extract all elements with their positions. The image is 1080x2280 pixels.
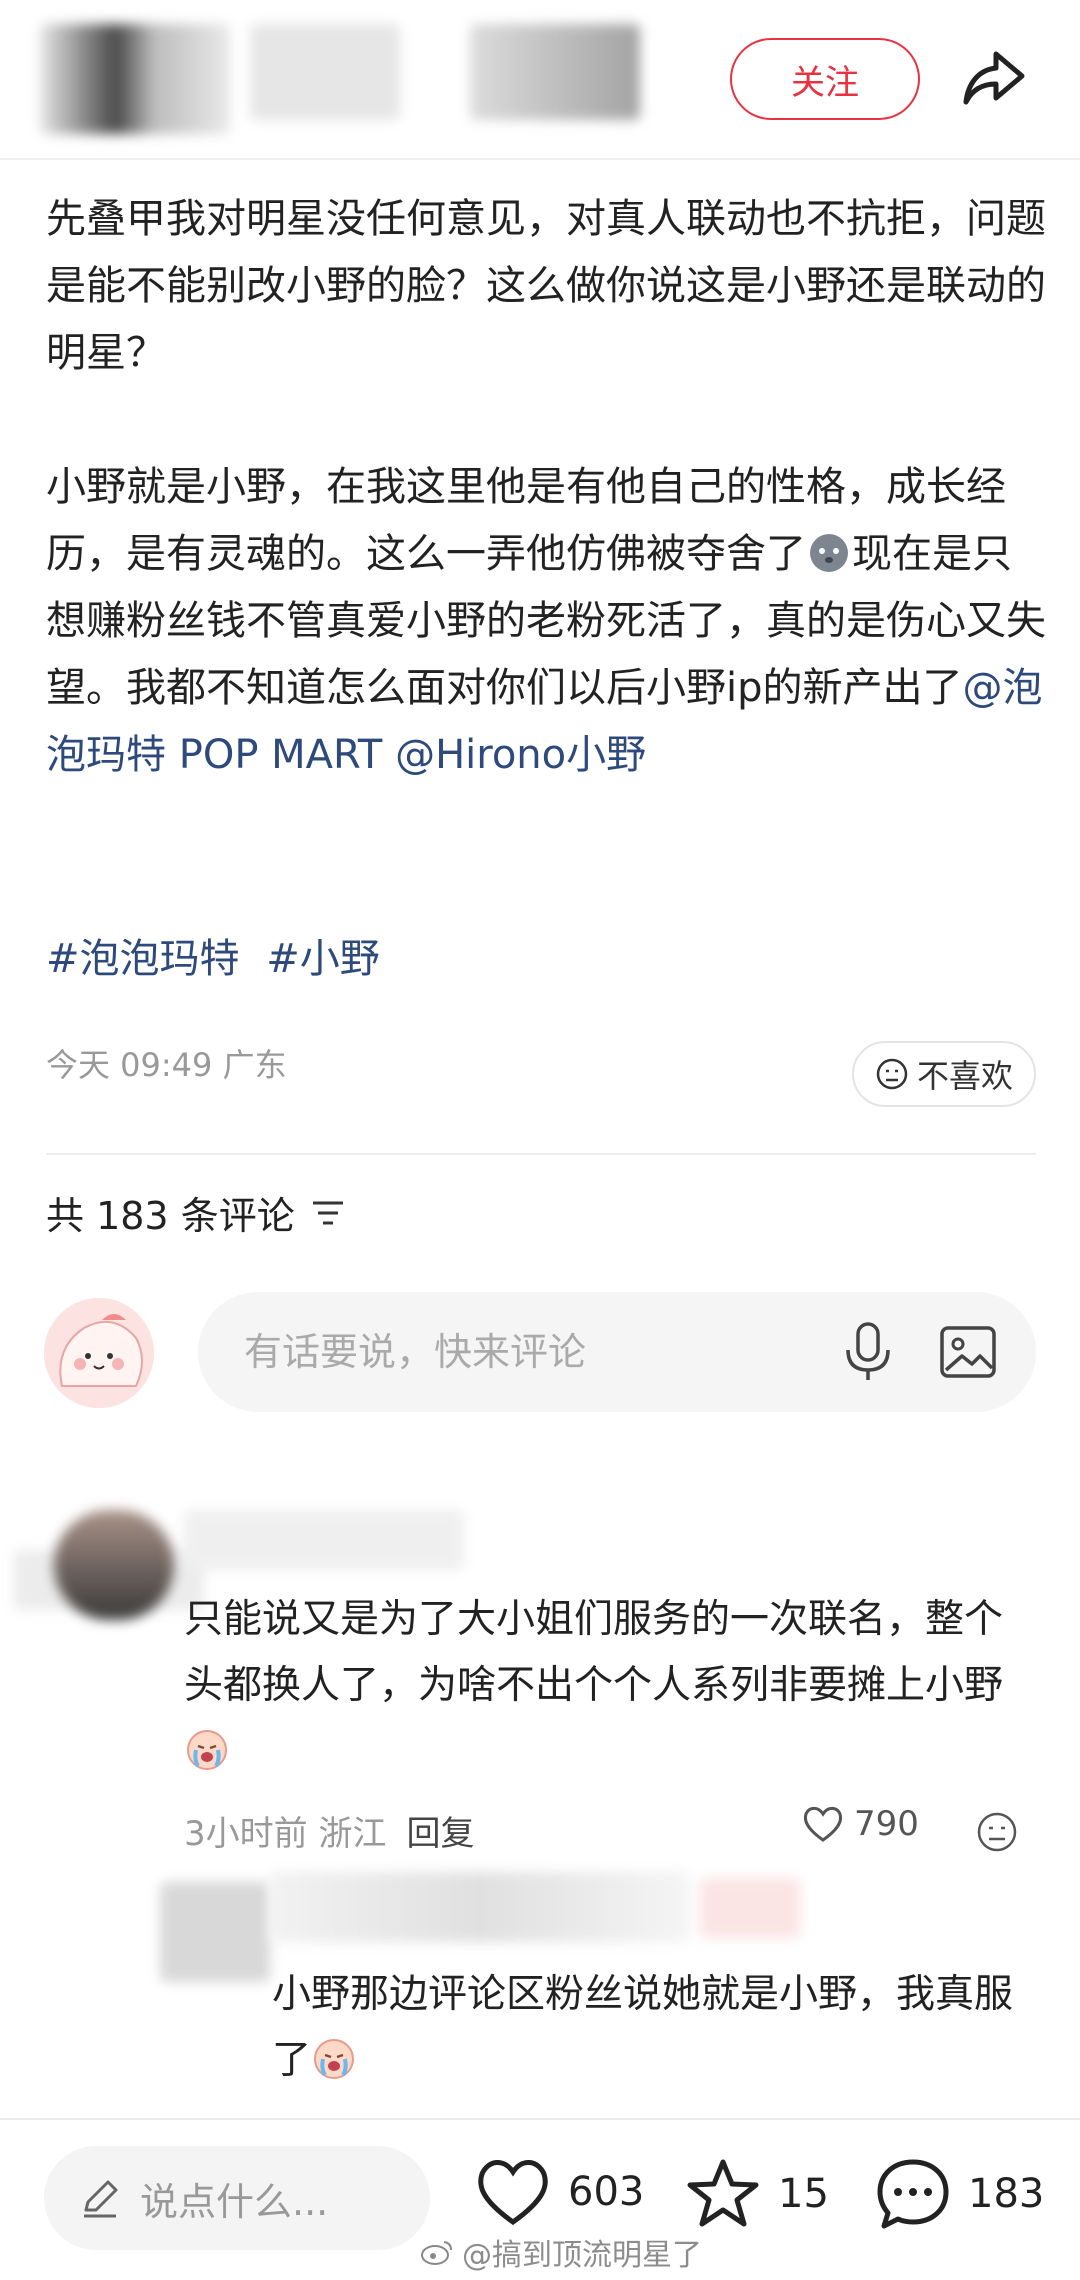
post-paragraph-2: 小野就是小野，在我这里他是有他自己的性格，成长经历，是有灵魂的。这么一弄他仿佛被…: [46, 464, 1046, 778]
ghost-emoji-icon: [810, 534, 848, 572]
comment-input[interactable]: [244, 1322, 764, 1382]
dislike-label: 不喜欢: [916, 1057, 1013, 1095]
comment-count-header: 共 183 条评论: [46, 1185, 345, 1240]
heart-icon: [478, 2160, 548, 2226]
comment-like-count: 790: [854, 1804, 919, 1844]
follow-button[interactable]: 关注: [730, 38, 920, 120]
comment-count: 183: [968, 2171, 1045, 2217]
hashtag-link[interactable]: #小野: [266, 936, 380, 982]
speech-bubble-icon: [877, 2159, 949, 2229]
comment-button[interactable]: 183: [874, 2156, 1044, 2232]
post-paragraph-1: 先叠甲我对明星没任何意见，对真人联动也不抗拒，问题是能不能别改小野的脸？这么做你…: [46, 196, 1046, 376]
frown-face-icon: [876, 1058, 908, 1090]
microphone-icon[interactable]: [838, 1320, 898, 1384]
weibo-logo-icon: [421, 2241, 452, 2265]
favorite-button[interactable]: 15: [684, 2156, 829, 2232]
say-placeholder: 说点什么...: [140, 2179, 329, 2224]
comment-text: 只能说又是为了大小姐们服务的一次联名，整个头都换人了，为啥不出个个人系列非要摊上…: [184, 1587, 1034, 1785]
reply-text: 小野那边评论区粉丝说她就是小野，我真服了: [272, 1972, 1014, 2083]
pencil-icon: [84, 2180, 118, 2218]
top-bar: 关注: [0, 0, 1080, 160]
say-something-input[interactable]: 说点什么...: [44, 2146, 430, 2250]
comment-time-location: 3小时前 浙江: [184, 1814, 387, 1854]
frown-face-icon[interactable]: [975, 1810, 1019, 1854]
watermark: @搞到顶流明星了: [420, 2230, 702, 2274]
mention-link-hirono[interactable]: @Hirono小野: [395, 732, 646, 778]
comment-input-box[interactable]: [198, 1292, 1036, 1412]
post-content: 先叠甲我对明星没任何意见，对真人联动也不抗拒，问题是能不能别改小野的脸？这么做你…: [46, 186, 1046, 789]
post-detail-page: 关注 先叠甲我对明星没任何意见，对真人联动也不抗拒，问题是能不能别改小野的脸？这…: [0, 0, 1080, 2280]
comment-count-label: 共 183 条评论: [46, 1194, 295, 1238]
crying-face-icon: [314, 2039, 355, 2079]
author-avatar[interactable]: [40, 24, 230, 134]
heart-icon: [803, 1806, 843, 1842]
like-button[interactable]: 603: [474, 2156, 644, 2228]
sort-icon[interactable]: [311, 1198, 345, 1228]
image-icon[interactable]: [938, 1322, 998, 1382]
star-icon: [687, 2159, 759, 2227]
crying-face-icon: [187, 1730, 227, 1770]
author-name[interactable]: [250, 24, 650, 124]
dislike-button[interactable]: 不喜欢: [852, 1041, 1036, 1107]
reply-button[interactable]: 回复: [406, 1806, 474, 1855]
favorite-count: 15: [778, 2171, 829, 2217]
hashtag-link[interactable]: #泡泡玛特: [46, 936, 240, 982]
post-meta: 今天 09:49 广东: [46, 1046, 287, 1084]
like-count: 603: [568, 2169, 645, 2215]
share-icon[interactable]: [956, 40, 1032, 116]
my-avatar[interactable]: [44, 1298, 154, 1408]
hashtag-list: #泡泡玛特 #小野: [46, 926, 394, 984]
comment-like-button[interactable]: 790: [802, 1804, 919, 1844]
watermark-text: @搞到顶流明星了: [462, 2238, 702, 2273]
comment-meta: 3小时前 浙江 回复: [184, 1806, 474, 1855]
divider: [46, 1153, 1036, 1155]
